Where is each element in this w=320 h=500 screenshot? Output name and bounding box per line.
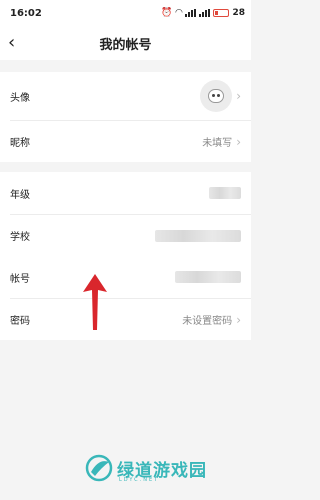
nickname-value: 未填写 [202, 138, 233, 149]
avatar-row[interactable]: 头像 › [0, 72, 251, 120]
profile-group: 头像 › 昵称 未填写 › [0, 72, 251, 162]
grade-value-blurred [209, 187, 241, 199]
grade-label: 年级 [10, 189, 30, 201]
grade-row: 年级 [0, 172, 251, 214]
chevron-right-icon: › [236, 312, 241, 327]
alarm-icon: ⏰ [161, 8, 173, 18]
avatar-icon[interactable] [200, 80, 233, 112]
watermark-logo-icon [85, 454, 113, 482]
signal-icon [185, 9, 197, 17]
school-row: 学校 [10, 214, 251, 256]
school-value-blurred [155, 229, 241, 242]
account-value-blurred [175, 271, 241, 283]
password-row[interactable]: 密码 未设置密码 › [10, 298, 251, 340]
chevron-right-icon: › [236, 89, 241, 103]
password-value: 未设置密码 [182, 316, 233, 327]
battery-level: 28 [232, 8, 245, 18]
page-title: 我的帐号 [99, 38, 152, 53]
school-label: 学校 [10, 232, 30, 243]
status-icons: ⏰ ◠ 28 [161, 8, 245, 18]
watermark-subtext: LDYC.NET [119, 477, 160, 483]
signal-icon-2 [199, 9, 211, 17]
account-group: 帐号 密码 未设置密码 › [0, 256, 251, 340]
red-arrow-annotation [83, 274, 107, 330]
wifi-icon: ◠ [175, 8, 183, 18]
status-bar: 16:02 ⏰ ◠ 28 [0, 0, 251, 26]
watermark: 绿道游戏园 LDYC.NET [85, 448, 245, 488]
nickname-label: 昵称 [10, 138, 30, 149]
chevron-right-icon: › [236, 134, 241, 149]
account-row: 帐号 [0, 256, 251, 298]
school-group: 年级 学校 [0, 172, 251, 256]
nickname-row[interactable]: 昵称 未填写 › [10, 120, 251, 162]
status-time: 16:02 [10, 7, 42, 19]
avatar-label: 头像 [10, 92, 30, 104]
battery-icon [213, 9, 230, 17]
navbar: ‹ 我的帐号 [0, 26, 251, 60]
